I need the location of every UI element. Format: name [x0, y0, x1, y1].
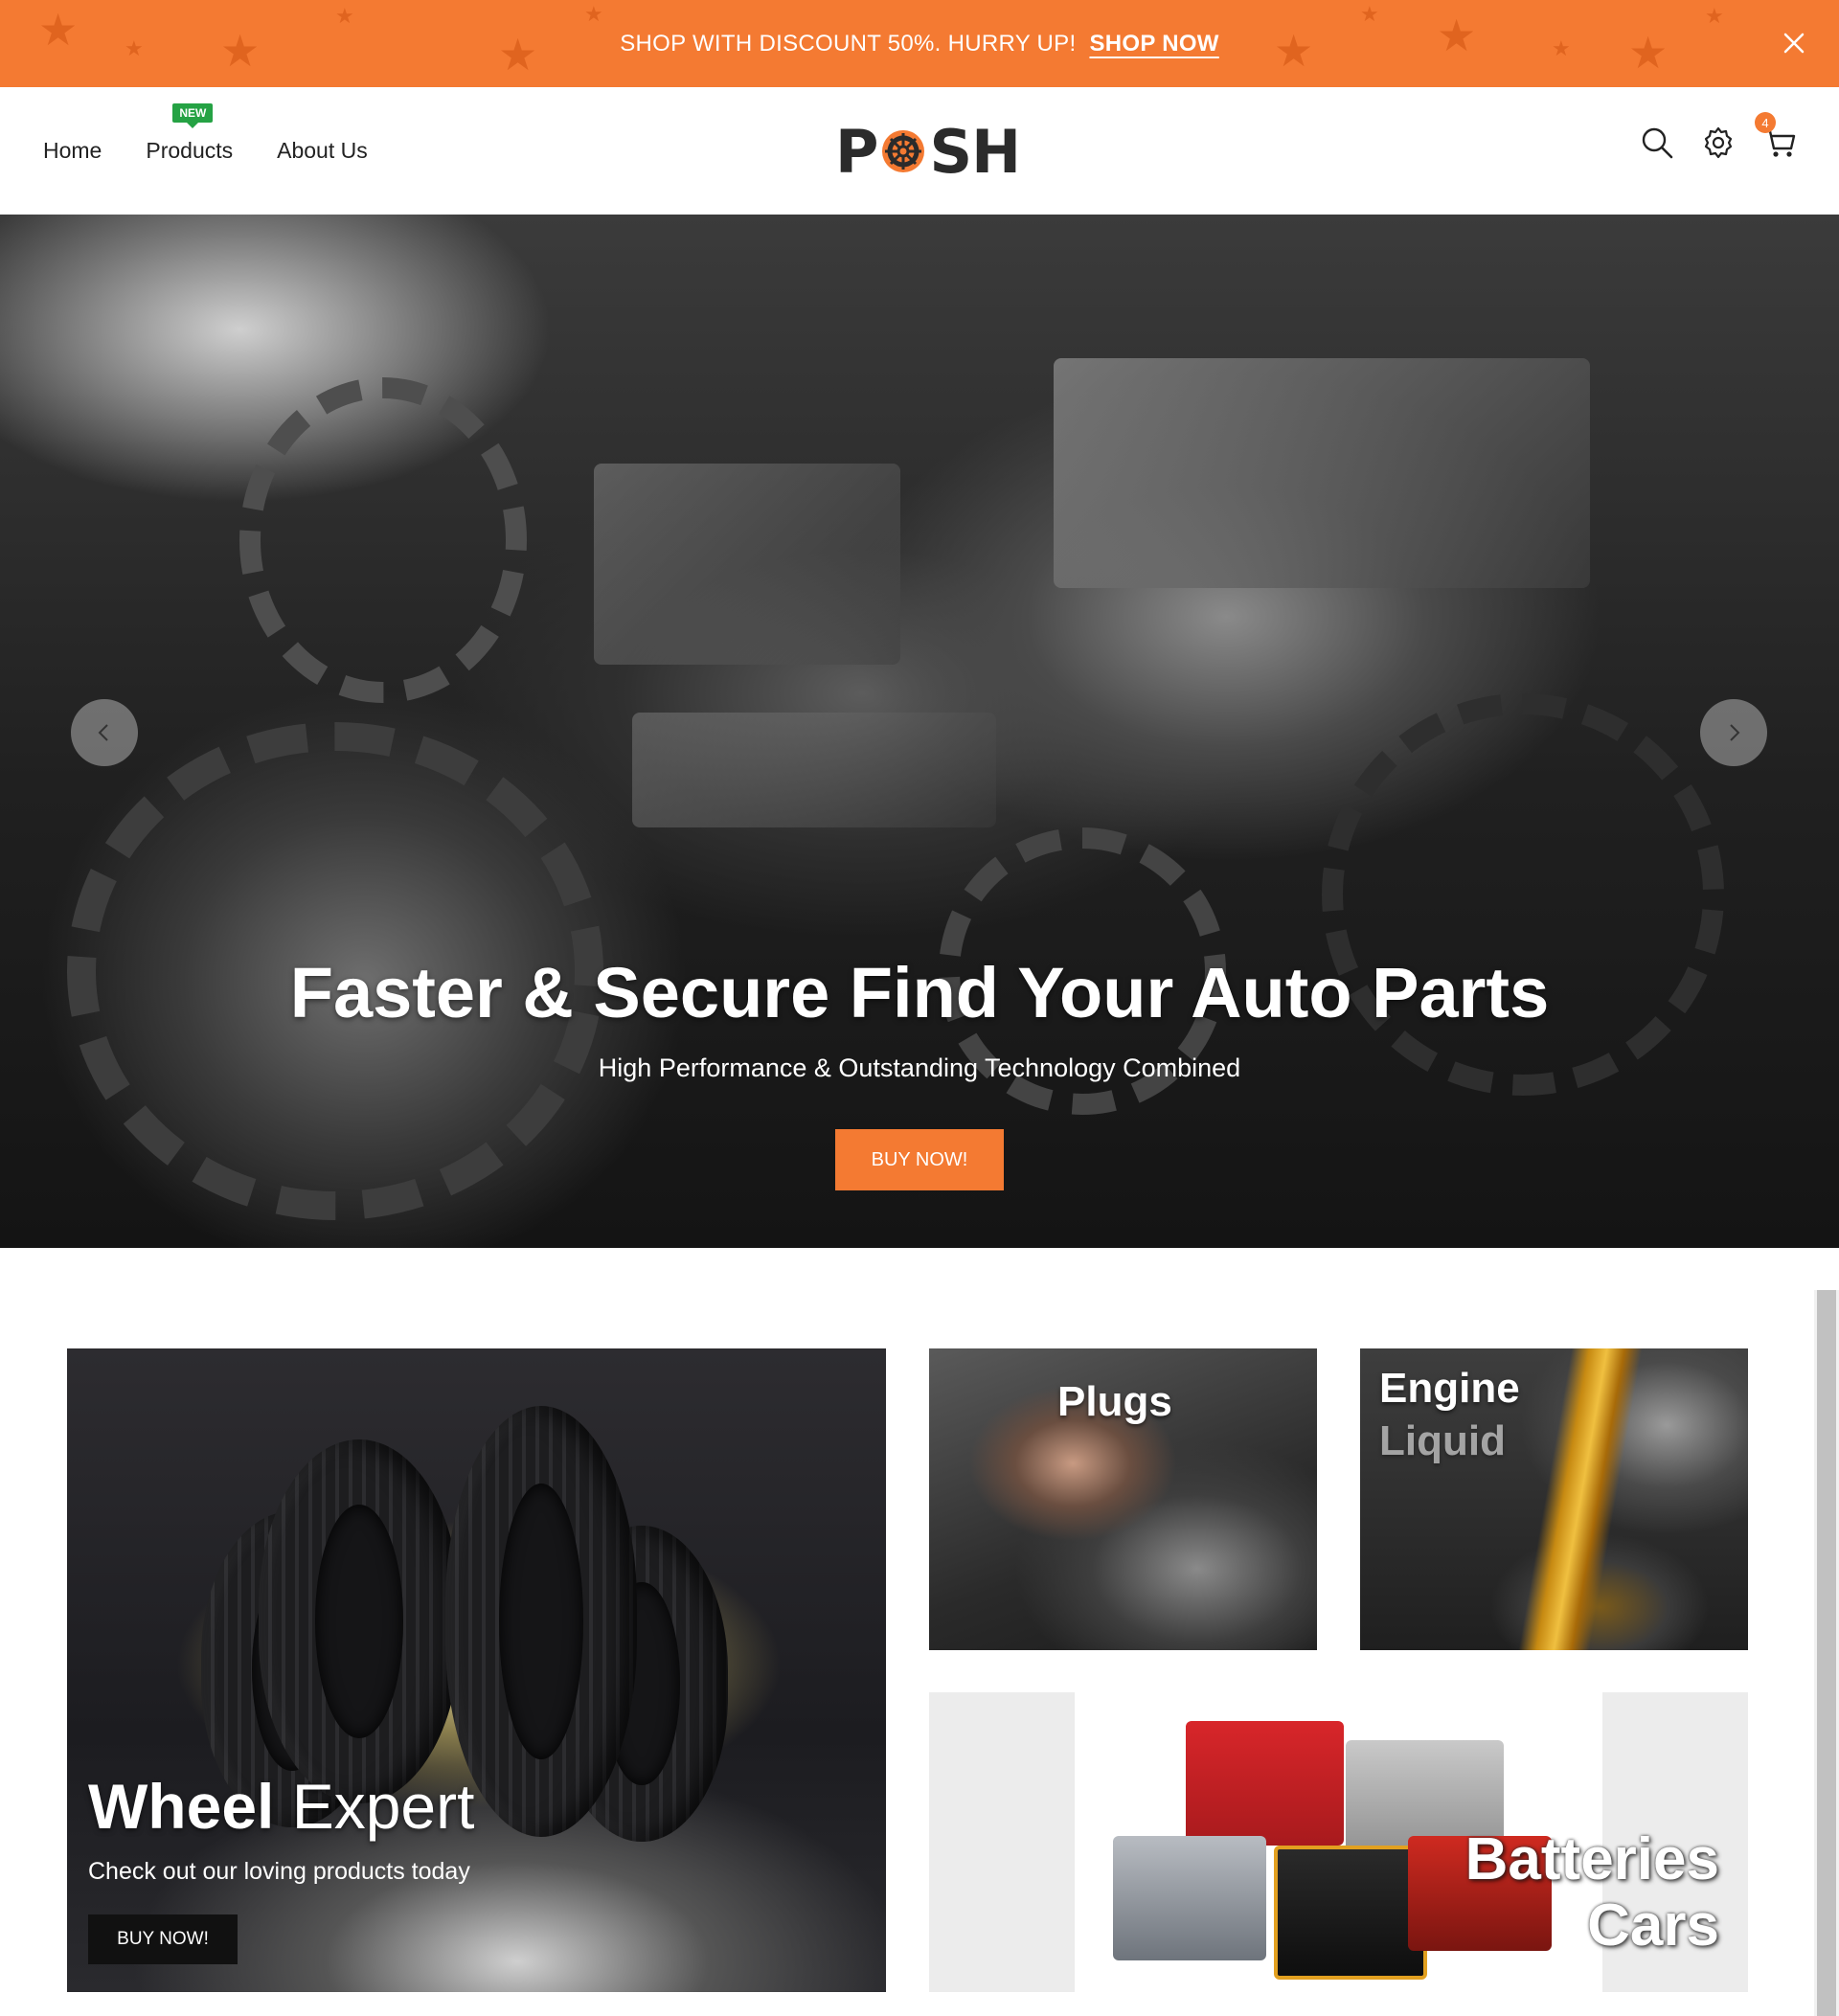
announcement-text: SHOP WITH DISCOUNT 50%. HURRY UP!	[620, 30, 1077, 57]
hero-image-gear	[239, 377, 527, 703]
engine-liquid-banner[interactable]: Engine Liquid	[1360, 1348, 1748, 1650]
plugs-title: Plugs	[1057, 1378, 1172, 1425]
close-icon[interactable]	[1778, 27, 1810, 59]
tire-image	[259, 1439, 460, 1803]
hero-next-button[interactable]	[1700, 699, 1767, 766]
scrollbar-thumb[interactable]	[1817, 1290, 1836, 2016]
wheel-expert-title: Wheel Expert	[88, 1770, 474, 1843]
batteries-banner[interactable]: Batteries Cars	[929, 1692, 1748, 1992]
wheel-title-bold: Wheel	[88, 1771, 275, 1842]
nav-products-label: Products	[146, 138, 234, 163]
wheel-title-light: Expert	[291, 1771, 475, 1842]
settings-gear-icon[interactable]	[1701, 125, 1736, 160]
engine-liquid-title: Engine Liquid	[1379, 1362, 1520, 1467]
hero-image-part	[594, 464, 900, 665]
wheel-expert-subtitle: Check out our loving products today	[88, 1858, 470, 1885]
hero-buy-now-button[interactable]: BUY NOW!	[835, 1129, 1004, 1190]
logo-text: SH	[929, 116, 1021, 187]
hero-image-part	[632, 713, 996, 827]
nav-about-us[interactable]: About Us	[277, 138, 368, 164]
hero-slider: Faster & Secure Find Your Auto Parts	[0, 215, 1839, 1248]
chevron-right-icon	[1730, 724, 1740, 741]
logo-wheel-icon	[882, 130, 925, 172]
page-scrollbar[interactable]	[1814, 1290, 1839, 2016]
hero-subtitle: High Performance & Outstanding Technolog…	[598, 1053, 1241, 1082]
nav-home[interactable]: Home	[43, 138, 102, 164]
main-nav: Home NEW Products About Us	[43, 87, 368, 215]
engine-title-line2: Liquid	[1379, 1417, 1506, 1464]
hero-prev-button[interactable]	[71, 699, 138, 766]
batteries-bg-panel	[929, 1692, 1075, 1992]
wheel-expert-banner[interactable]: Wheel Expert Check out our loving produc…	[67, 1348, 886, 1992]
shop-now-link[interactable]: SHOP NOW	[1089, 31, 1218, 57]
nav-products[interactable]: NEW Products	[146, 103, 234, 164]
site-logo[interactable]: P SH	[835, 117, 1021, 187]
site-header: Home NEW Products About Us P SH 4	[0, 87, 1839, 215]
chevron-left-icon	[98, 724, 108, 741]
new-badge: NEW	[172, 103, 214, 128]
wheel-buy-now-button[interactable]: BUY NOW!	[88, 1914, 238, 1964]
hero-title: Faster & Secure Find Your Auto Parts	[289, 953, 1550, 1032]
plugs-banner[interactable]: Plugs	[929, 1348, 1317, 1650]
batteries-title: Batteries Cars	[1465, 1826, 1719, 1959]
announcement-content: SHOP WITH DISCOUNT 50%. HURRY UP! SHOP N…	[0, 0, 1839, 87]
announcement-bar: ★ ★ ★ ★ ★ ★ ★ ★ ★ ★ ★ ★ SHOP WITH DISCOU…	[0, 0, 1839, 87]
hero-image-part	[1054, 358, 1590, 588]
batteries-title-line2: Cars	[1587, 1892, 1719, 1959]
batteries-title-line1: Batteries	[1464, 1826, 1719, 1892]
battery-image	[1113, 1836, 1266, 1960]
header-actions: 4	[1640, 112, 1797, 160]
logo-text: P	[835, 116, 878, 187]
battery-image	[1274, 1846, 1427, 1980]
engine-title-line1: Engine	[1379, 1365, 1520, 1412]
hero-image-gear	[1322, 693, 1724, 1096]
battery-image	[1186, 1721, 1344, 1846]
search-icon[interactable]	[1640, 125, 1674, 160]
cart-button[interactable]: 4	[1755, 112, 1797, 160]
cart-count-badge: 4	[1755, 112, 1776, 133]
